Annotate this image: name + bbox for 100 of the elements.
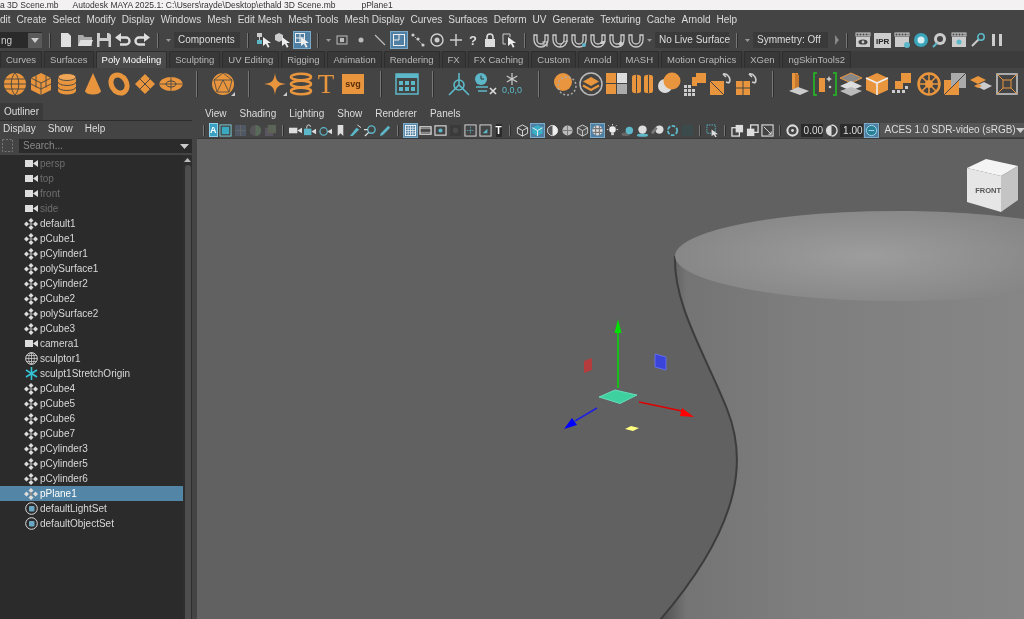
outliner-item[interactable]: sculptor1: [0, 351, 183, 366]
menu-item[interactable]: dit: [0, 14, 11, 25]
menu-item[interactable]: View: [205, 108, 227, 119]
grid-magnet-icon[interactable]: [533, 32, 549, 48]
circles-icon[interactable]: [657, 72, 681, 96]
gamma-field[interactable]: 1.00: [840, 123, 863, 137]
menu-item[interactable]: Help: [716, 14, 738, 25]
outliner-item[interactable]: pPlane1: [0, 486, 183, 501]
frame-icon[interactable]: [218, 123, 232, 137]
zoom-icon[interactable]: [363, 123, 377, 137]
camera-lock-icon[interactable]: [303, 123, 317, 137]
frame-icon[interactable]: [995, 72, 1019, 96]
outliner-item[interactable]: pCylinder6: [0, 471, 183, 486]
toolbar-button[interactable]: T: [495, 123, 502, 137]
outliner-item[interactable]: pCube5: [0, 396, 183, 411]
occlusion-balls-icon[interactable]: [635, 123, 649, 137]
shelf-tab[interactable]: Rendering: [383, 51, 440, 68]
outliner-item[interactable]: polySurface1: [0, 261, 183, 276]
selection-mask-dropdown[interactable]: Components: [174, 32, 240, 48]
field-chart-icon[interactable]: [463, 123, 477, 137]
plane-icon[interactable]: [133, 72, 157, 96]
outliner-item[interactable]: pCube1: [0, 231, 183, 246]
menu-item[interactable]: Panels: [429, 108, 461, 119]
wrench-icon[interactable]: [970, 32, 987, 48]
plus-icon[interactable]: [448, 32, 464, 48]
outliner-item[interactable]: pCylinder3: [0, 441, 183, 456]
shader-ball-icon[interactable]: [913, 32, 930, 48]
exposure-field[interactable]: 0.00: [800, 123, 824, 137]
split-square-icon[interactable]: [943, 72, 967, 96]
menu-item[interactable]: Modify: [86, 14, 116, 25]
y-axis-arrow[interactable]: [614, 319, 622, 389]
shelf-tab[interactable]: Motion Graphics: [661, 51, 743, 68]
view-cube[interactable]: [966, 157, 1020, 213]
outliner-item[interactable]: polySurface2: [0, 306, 183, 321]
cube-icon[interactable]: [29, 72, 53, 96]
menu-set-dropdown[interactable]: ng: [0, 32, 42, 48]
shelf-tab[interactable]: ngSkinTools2: [782, 51, 851, 68]
scrollbar[interactable]: [183, 155, 192, 619]
exposure-icon[interactable]: [785, 123, 799, 137]
half-sphere-icon[interactable]: [545, 123, 559, 137]
rotate-square-icon[interactable]: [709, 72, 733, 96]
outliner-item[interactable]: pCylinder2: [0, 276, 183, 291]
shelf-tab[interactable]: UV Editing: [222, 51, 280, 68]
menu-item[interactable]: Texturing: [600, 14, 641, 25]
grid-window-icon[interactable]: [395, 72, 419, 96]
cylinder-icon[interactable]: [55, 72, 79, 96]
shelf-tab[interactable]: MASH: [619, 51, 659, 68]
select-lock-icon[interactable]: [501, 32, 517, 48]
uv-dots-icon[interactable]: [410, 32, 426, 48]
xz-plane-handle[interactable]: [625, 426, 639, 431]
magnet-icon[interactable]: [628, 32, 644, 48]
caret-icon[interactable]: [180, 143, 189, 149]
menu-item[interactable]: Display: [3, 123, 36, 134]
shelf-tab[interactable]: Surfaces: [44, 51, 94, 68]
toolbar-button[interactable]: ?: [467, 32, 479, 48]
lock-icon[interactable]: [482, 32, 498, 48]
yz-plane-handle[interactable]: [584, 358, 592, 373]
outliner-item[interactable]: camera1: [0, 336, 183, 351]
shelf-tab[interactable]: Animation: [327, 51, 382, 68]
live-surface-field[interactable]: No Live Surface: [655, 32, 729, 48]
object-select-icon[interactable]: [275, 32, 291, 48]
outliner-item[interactable]: pCube3: [0, 321, 183, 336]
menu-item[interactable]: Generate: [552, 14, 595, 25]
overlap-squares-icon[interactable]: [745, 123, 759, 137]
menu-item[interactable]: Windows: [160, 14, 202, 25]
color-management-icon[interactable]: [864, 123, 878, 137]
menu-item[interactable]: Mesh Tools: [288, 14, 339, 25]
menu-item[interactable]: Curves: [410, 14, 443, 25]
menu-item[interactable]: Shading: [239, 108, 277, 119]
grid-icon[interactable]: [403, 123, 417, 137]
shelf-button[interactable]: T: [315, 72, 337, 96]
stacked-planes-icon[interactable]: [839, 72, 863, 96]
menu-item[interactable]: Select: [52, 14, 81, 25]
wireframe-cube-icon[interactable]: [515, 123, 529, 137]
isolate-select-icon[interactable]: [705, 123, 719, 137]
ipr-render-button[interactable]: IPR: [874, 32, 892, 48]
motion-blur-icon[interactable]: [650, 123, 664, 137]
menu-item[interactable]: Deform: [493, 14, 527, 25]
menu-item[interactable]: Show: [337, 108, 363, 119]
clock-icon[interactable]: [473, 72, 497, 96]
bracketed-box-icon[interactable]: [813, 72, 837, 96]
menu-item[interactable]: Create: [16, 14, 47, 25]
target-icon[interactable]: [429, 32, 445, 48]
wheel-icon[interactable]: [917, 72, 941, 96]
menu-item[interactable]: Mesh: [207, 14, 232, 25]
outliner-item[interactable]: pCube2: [0, 291, 183, 306]
outlined-cube-icon[interactable]: [575, 123, 589, 137]
scroll-thumb[interactable]: [184, 165, 191, 619]
menu-item[interactable]: Mesh Display: [344, 14, 405, 25]
light-bulb-icon[interactable]: [605, 123, 619, 137]
outliner-item[interactable]: defaultLightSet: [0, 501, 183, 516]
folder-icon[interactable]: [77, 32, 93, 48]
circled-layers-icon[interactable]: [579, 72, 603, 96]
plane-magnet-icon[interactable]: [590, 32, 606, 48]
panel-tab[interactable]: Outliner: [0, 103, 43, 120]
extrude-box-icon[interactable]: [787, 72, 811, 96]
sparkle-icon[interactable]: [263, 72, 287, 96]
menu-item[interactable]: UV: [532, 14, 547, 25]
open-cube-icon[interactable]: [865, 72, 889, 96]
shelf-button[interactable]: 0,0,0: [499, 73, 525, 95]
